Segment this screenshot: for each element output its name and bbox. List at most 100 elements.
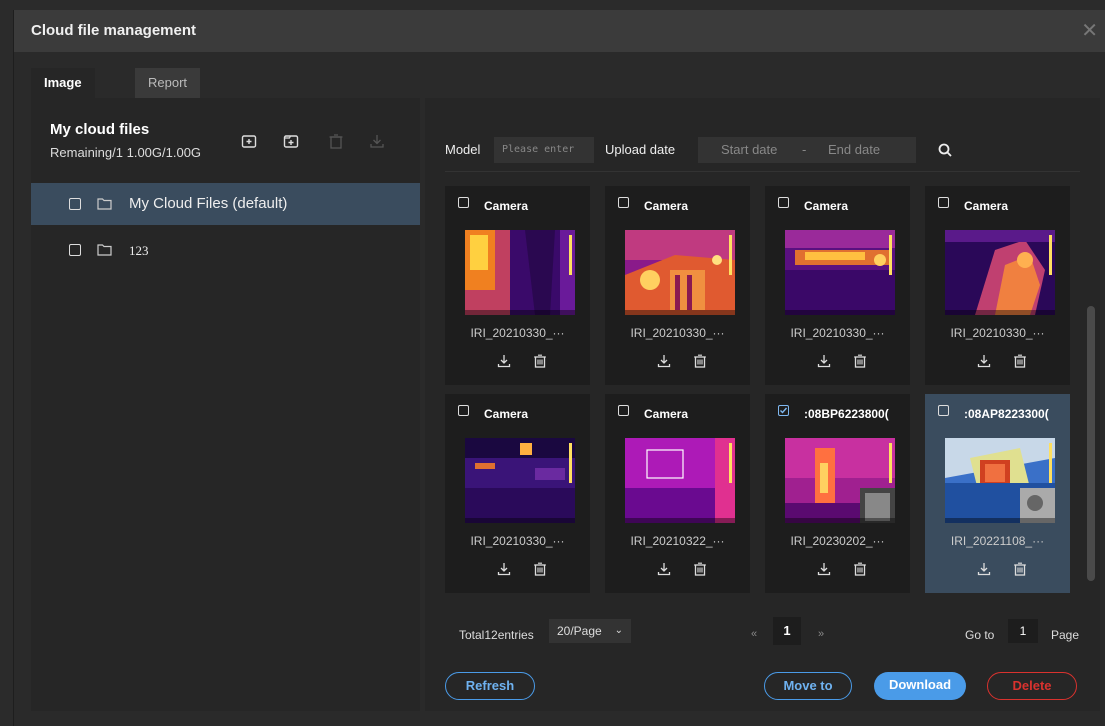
model-label: Model (445, 142, 481, 157)
search-icon[interactable] (938, 143, 952, 157)
trash-icon[interactable] (853, 354, 867, 368)
trash-icon[interactable] (853, 562, 867, 576)
date-separator: - (802, 142, 807, 157)
file-checkbox[interactable] (778, 197, 789, 208)
folder-icon (97, 244, 112, 256)
file-checkbox[interactable] (938, 405, 949, 416)
thermal-thumbnail[interactable] (625, 230, 735, 315)
file-name: IRI_20210330_··· (470, 534, 565, 548)
page-size-select[interactable]: 20/Page ⌄ (549, 619, 631, 643)
thermal-thumbnail[interactable] (465, 438, 575, 523)
delete-button[interactable]: Delete (987, 672, 1077, 700)
page-current[interactable]: 1 (773, 617, 801, 645)
date-range-input[interactable]: Start date - End date (698, 137, 916, 163)
scrollbar[interactable] (1087, 306, 1095, 581)
total-entries: Total12entries (459, 628, 534, 642)
file-checkbox[interactable] (618, 405, 629, 416)
panel-title: My cloud files (50, 121, 150, 138)
tree-item-my-cloud-files[interactable]: My Cloud Files (default) (31, 183, 420, 225)
tree-checkbox[interactable] (69, 198, 81, 210)
file-card[interactable]: Camera IRI_20210330_··· (445, 394, 590, 593)
next-page-icon[interactable]: » (818, 628, 824, 640)
refresh-button[interactable]: Refresh (445, 672, 535, 700)
thermal-thumbnail[interactable] (785, 438, 895, 523)
download-icon[interactable] (977, 562, 991, 576)
thermal-thumbnail[interactable] (465, 230, 575, 315)
tab-image-files[interactable]: Image files (31, 68, 95, 120)
thermal-thumbnail[interactable] (945, 230, 1055, 315)
thermal-thumbnail[interactable] (785, 230, 895, 315)
file-checkbox[interactable] (938, 197, 949, 208)
file-name: IRI_20210330_··· (470, 326, 565, 340)
download-icon[interactable] (497, 562, 511, 576)
device-name: Camera (964, 199, 1009, 213)
tree-checkbox[interactable] (69, 244, 81, 256)
tree-item-label: My Cloud Files (default) (129, 195, 288, 212)
file-checkbox[interactable] (458, 405, 469, 416)
dialog-title: Cloud file management (31, 22, 197, 39)
device-name: Camera (484, 407, 529, 421)
file-name: IRI_20221108_··· (950, 534, 1045, 548)
file-card[interactable]: Camera IRI_20210330_··· (765, 186, 910, 385)
file-card[interactable]: :08AP8223300( IRI_20221108_··· (925, 394, 1070, 593)
file-name: IRI_20230202_··· (790, 534, 885, 548)
thermal-thumbnail[interactable] (625, 438, 735, 523)
file-name: IRI_20210330_··· (790, 326, 885, 340)
device-name: :08AP8223300( (964, 407, 1049, 421)
file-card[interactable]: Camera IRI_20210322_··· (605, 394, 750, 593)
download-icon[interactable] (369, 133, 385, 149)
file-card[interactable]: Camera IRI_20210330_··· (445, 186, 590, 385)
download-button[interactable]: Download (874, 672, 966, 700)
goto-label: Go to (965, 628, 995, 642)
upload-date-label: Upload date (605, 142, 676, 157)
download-icon[interactable] (817, 562, 831, 576)
file-name: IRI_20210322_··· (630, 534, 725, 548)
tab-report-file[interactable]: Report file (135, 68, 201, 120)
close-icon[interactable]: ✕ (1081, 18, 1098, 43)
start-date-field[interactable]: Start date (721, 137, 777, 163)
trash-icon[interactable] (693, 354, 707, 368)
folder-panel: My cloud files Remaining/1 1.00G/1.00G M… (31, 98, 420, 711)
file-checkbox[interactable] (778, 405, 789, 416)
title-bar: Cloud file management ✕ (14, 10, 1105, 52)
thermal-thumbnail[interactable] (945, 438, 1055, 523)
trash-icon[interactable] (533, 354, 547, 368)
prev-page-icon[interactable]: « (751, 628, 757, 640)
download-icon[interactable] (817, 354, 831, 368)
chevron-down-icon: ⌄ (614, 625, 623, 636)
goto-input[interactable]: 1 (1008, 619, 1038, 643)
end-date-field[interactable]: End date (828, 137, 880, 163)
trash-icon[interactable] (1013, 562, 1027, 576)
move-to-button[interactable]: Move to (764, 672, 852, 700)
page-label: Page (1051, 628, 1080, 642)
download-icon[interactable] (657, 562, 671, 576)
tree-item-123[interactable]: 123 (31, 229, 420, 271)
file-checkbox[interactable] (458, 197, 469, 208)
upload-folder-icon[interactable] (283, 133, 299, 149)
file-card[interactable]: Camera IRI_20210330_··· (925, 186, 1070, 385)
file-name: IRI_20210330_··· (950, 326, 1045, 340)
tree-item-label: 123 (129, 243, 149, 258)
file-name: IRI_20210330_··· (630, 326, 725, 340)
page-size-value: 20/Page (557, 624, 602, 638)
device-name: Camera (804, 199, 849, 213)
file-checkbox[interactable] (618, 197, 629, 208)
download-icon[interactable] (657, 354, 671, 368)
model-input[interactable]: Please enter (494, 137, 594, 163)
device-name: Camera (644, 199, 689, 213)
trash-icon[interactable] (1013, 354, 1027, 368)
download-icon[interactable] (497, 354, 511, 368)
new-folder-icon[interactable] (241, 133, 257, 149)
file-panel: Model Please enter Upload date Start dat… (425, 98, 1100, 711)
trash-icon[interactable] (533, 562, 547, 576)
file-card[interactable]: Camera IRI_20210330_··· (605, 186, 750, 385)
device-name: Camera (484, 199, 529, 213)
device-name: :08BP6223800( (804, 407, 889, 421)
file-card[interactable]: :08BP6223800( IRI_20230202_··· (765, 394, 910, 593)
cloud-file-dialog: Cloud file management ✕ Image files Repo… (13, 10, 1105, 726)
trash-icon[interactable] (693, 562, 707, 576)
device-name: Camera (644, 407, 689, 421)
trash-icon[interactable] (328, 133, 344, 149)
folder-icon (97, 198, 112, 210)
download-icon[interactable] (977, 354, 991, 368)
